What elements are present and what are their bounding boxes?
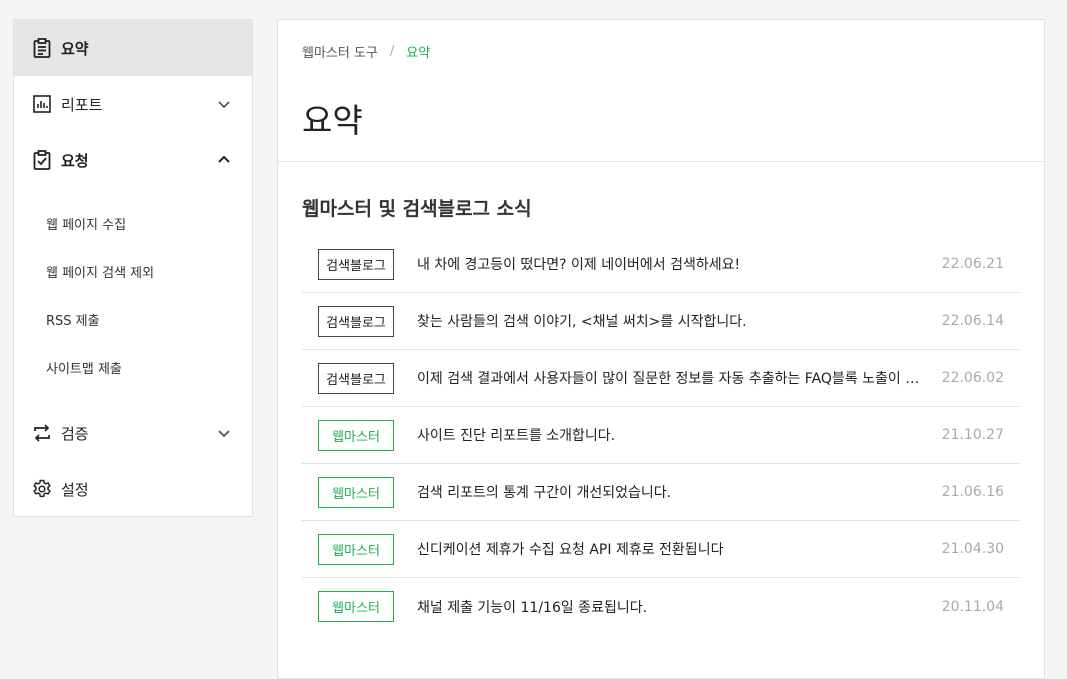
news-title[interactable]: 이제 검색 결과에서 사용자들이 많이 질문한 정보를 자동 추출하는 FAQ블…: [417, 368, 927, 388]
list-item[interactable]: 검색블로그 찾는 사람들의 검색 이야기, <채널 써치>를 시작합니다. 22…: [302, 293, 1020, 350]
news-title[interactable]: 신디케이션 제휴가 수집 요청 API 제휴로 전환됩니다: [417, 539, 927, 559]
news-title[interactable]: 찾는 사람들의 검색 이야기, <채널 써치>를 시작합니다.: [417, 311, 927, 331]
list-item[interactable]: 웹마스터 신디케이션 제휴가 수집 요청 API 제휴로 전환됩니다 21.04…: [302, 521, 1020, 578]
sidebar-subitem-sitemap[interactable]: 사이트맵 제출: [14, 352, 252, 382]
list-item[interactable]: 검색블로그 내 차에 경고등이 떴다면? 이제 네이버에서 검색하세요! 22.…: [302, 236, 1020, 293]
sidebar-item-label: 요약: [61, 39, 89, 58]
main-panel: 웹마스터 도구 / 요약 요약 웹마스터 및 검색블로그 소식 검색블로그 내 …: [277, 19, 1045, 679]
clipboard-check-icon: [32, 150, 52, 170]
sidebar-item-label: 검증: [61, 424, 89, 443]
list-item[interactable]: 웹마스터 채널 제출 기능이 11/16일 종료됩니다. 20.11.04: [302, 578, 1020, 635]
news-date: 21.06.16: [941, 484, 1004, 500]
sidebar-item-report[interactable]: 리포트: [14, 76, 252, 132]
news-title[interactable]: 내 차에 경고등이 떴다면? 이제 네이버에서 검색하세요!: [417, 254, 927, 274]
breadcrumb-separator: /: [389, 44, 395, 59]
news-title[interactable]: 검색 리포트의 통계 구간이 개선되었습니다.: [417, 482, 927, 502]
bar-chart-icon: [32, 94, 52, 114]
news-date: 20.11.04: [941, 598, 1004, 615]
divider: [278, 161, 1044, 162]
chevron-down-icon[interactable]: [216, 425, 232, 441]
breadcrumb: 웹마스터 도구 / 요약: [302, 42, 430, 61]
sidebar-item-label: 요청: [61, 151, 89, 170]
news-date: 21.04.30: [941, 541, 1004, 557]
chevron-down-icon[interactable]: [216, 96, 232, 112]
news-date: 22.06.21: [941, 256, 1004, 272]
sidebar-subitem-page-crawl[interactable]: 웹 페이지 수집: [14, 208, 252, 238]
sidebar-subitem-page-exclude[interactable]: 웹 페이지 검색 제외: [14, 256, 252, 286]
gear-icon: [32, 479, 52, 499]
repeat-icon: [32, 423, 52, 443]
breadcrumb-current: 요약: [406, 46, 431, 61]
list-item[interactable]: 웹마스터 사이트 진단 리포트를 소개합니다. 21.10.27: [302, 407, 1020, 464]
news-title[interactable]: 사이트 진단 리포트를 소개합니다.: [417, 425, 927, 445]
tag-badge: 웹마스터: [318, 476, 394, 508]
sidebar-item-label: 리포트: [61, 95, 103, 114]
clipboard-icon: [32, 38, 52, 58]
tag-badge: 웹마스터: [318, 591, 394, 622]
news-list: 검색블로그 내 차에 경고등이 떴다면? 이제 네이버에서 검색하세요! 22.…: [302, 236, 1020, 635]
list-item[interactable]: 검색블로그 이제 검색 결과에서 사용자들이 많이 질문한 정보를 자동 추출하…: [302, 350, 1020, 407]
breadcrumb-root[interactable]: 웹마스터 도구: [302, 42, 378, 61]
tag-badge: 검색블로그: [318, 248, 394, 280]
sidebar-item-request[interactable]: 요청: [14, 132, 252, 188]
sidebar-item-verify[interactable]: 검증: [14, 405, 252, 461]
sidebar-item-summary[interactable]: 요약: [14, 20, 252, 76]
page-title: 요약: [302, 101, 363, 140]
list-item[interactable]: 웹마스터 검색 리포트의 통계 구간이 개선되었습니다. 21.06.16: [302, 464, 1020, 521]
tag-badge: 웹마스터: [318, 419, 394, 451]
tag-badge: 검색블로그: [318, 305, 394, 337]
news-date: 22.06.02: [941, 370, 1004, 386]
sidebar-item-settings[interactable]: 설정: [14, 461, 252, 517]
tag-badge: 웹마스터: [318, 533, 394, 565]
news-date: 22.06.14: [941, 313, 1004, 329]
section-title: 웹마스터 및 검색블로그 소식: [302, 198, 532, 220]
sidebar: 요약 리포트 요청 웹 페이지 수집 웹 페이지 검색 제외 RSS 제출 사이…: [13, 19, 253, 517]
tag-badge: 검색블로그: [318, 362, 394, 394]
chevron-up-icon[interactable]: [216, 152, 232, 168]
news-title[interactable]: 채널 제출 기능이 11/16일 종료됩니다.: [417, 597, 927, 617]
sidebar-subitem-rss[interactable]: RSS 제출: [14, 304, 252, 334]
news-date: 21.10.27: [941, 427, 1004, 443]
sidebar-item-label: 설정: [61, 480, 89, 499]
